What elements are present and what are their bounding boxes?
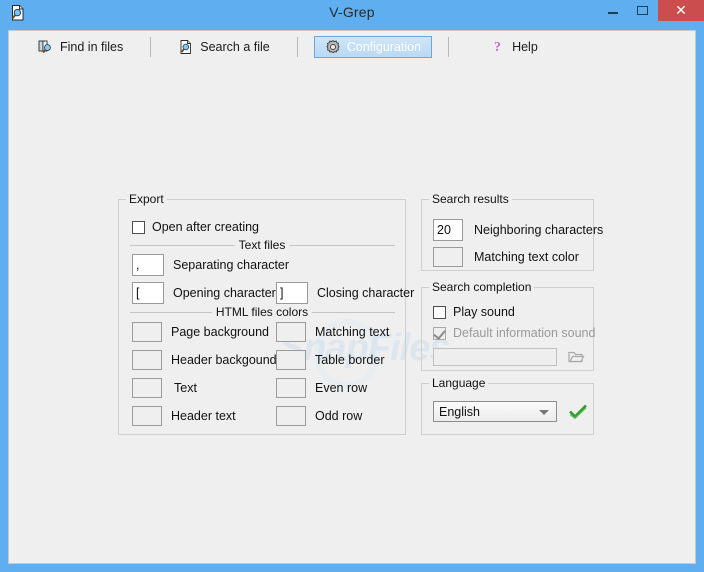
search-completion-group-title: Search completion (429, 280, 535, 294)
matching-text-color-label: Matching text color (474, 250, 579, 264)
window-controls: ✕ (598, 0, 704, 27)
toolbar: Find in files Search a file Configuratio… (9, 31, 695, 62)
matching-text-color-swatch[interactable] (433, 247, 463, 267)
page-background-swatch[interactable] (132, 322, 162, 342)
text-color-label: Text (174, 381, 197, 395)
text-files-divider-label: Text files (234, 238, 290, 252)
odd-row-swatch[interactable] (276, 406, 306, 426)
toolbar-item-configuration[interactable]: Configuration (313, 35, 433, 58)
toolbar-item-label: Find in files (60, 39, 124, 54)
toolbar-item-help[interactable]: ? Help (479, 36, 549, 58)
search-completion-group: Search completion Play sound Default inf… (421, 280, 595, 371)
application-window: V-Grep ✕ Find in files Search a file Con… (0, 0, 704, 572)
default-information-sound-row: Default information sound (433, 326, 595, 340)
table-border-swatch[interactable] (276, 350, 306, 370)
toolbar-item-search-a-file[interactable]: Search a file (167, 36, 280, 58)
header-background-swatch[interactable] (132, 350, 162, 370)
maximize-icon (637, 6, 648, 15)
neighboring-characters-label: Neighboring characters (474, 223, 604, 237)
language-selected-value: English (439, 404, 480, 419)
even-row-swatch[interactable] (276, 378, 306, 398)
table-border-label: Table border (315, 353, 385, 367)
question-mark-icon: ? (490, 39, 506, 55)
open-after-creating-label: Open after creating (152, 220, 260, 234)
text-color-swatch[interactable] (132, 378, 162, 398)
language-select[interactable]: English (433, 401, 557, 422)
gear-icon (325, 39, 341, 55)
toolbar-separator (448, 36, 450, 57)
closing-character-input[interactable]: ] (276, 282, 308, 304)
odd-row-label: Odd row (315, 409, 363, 423)
toolbar-item-find-in-files[interactable]: Find in files (27, 36, 134, 58)
toolbar-separator (150, 36, 152, 57)
minimize-icon (608, 12, 618, 14)
separating-character-label: Separating character (173, 258, 290, 272)
client-area: Find in files Search a file Configuratio… (8, 30, 696, 564)
close-icon: ✕ (675, 2, 687, 18)
browse-sound-file-button[interactable] (567, 348, 587, 366)
search-a-file-icon (178, 39, 194, 55)
title-bar: V-Grep ✕ (0, 0, 704, 27)
language-group-title: Language (429, 376, 489, 390)
open-after-creating-row[interactable]: Open after creating (132, 220, 259, 234)
matching-text-swatch[interactable] (276, 322, 306, 342)
toolbar-item-label: Help (512, 39, 538, 54)
play-sound-row[interactable]: Play sound (433, 305, 515, 319)
export-group: Export Open after creating Text files , … (118, 192, 414, 435)
play-sound-checkbox[interactable] (433, 305, 446, 319)
opening-character-label: Opening character (173, 286, 276, 300)
export-group-title: Export (126, 192, 167, 206)
header-background-label: Header backgound (171, 353, 277, 367)
find-in-files-icon (38, 39, 54, 55)
even-row-label: Even row (315, 381, 368, 395)
page-background-label: Page background (171, 325, 269, 339)
toolbar-separator (296, 36, 298, 57)
green-check-icon[interactable] (568, 403, 588, 420)
close-button[interactable]: ✕ (658, 0, 704, 21)
minimize-button[interactable] (598, 0, 628, 21)
search-results-group: Search results 20 Neighboring characters… (421, 192, 603, 271)
opening-character-input[interactable]: [ (132, 282, 164, 304)
html-colors-divider-label: HTML files colors (211, 305, 313, 319)
toolbar-item-label: Configuration (346, 39, 422, 54)
header-text-label: Header text (171, 409, 236, 423)
sound-file-input[interactable] (433, 348, 557, 366)
search-results-group-title: Search results (429, 192, 512, 206)
closing-character-label: Closing character (317, 286, 415, 300)
play-sound-label: Play sound (453, 305, 515, 319)
matching-text-label: Matching text (315, 325, 390, 339)
toolbar-item-label: Search a file (200, 39, 270, 54)
svg-text:?: ? (494, 40, 501, 55)
default-information-sound-checkbox (433, 326, 446, 340)
header-text-swatch[interactable] (132, 406, 162, 426)
chevron-down-icon (539, 409, 549, 415)
separating-character-input[interactable]: , (132, 254, 164, 276)
open-after-creating-checkbox[interactable] (132, 220, 145, 234)
maximize-button[interactable] (628, 0, 658, 21)
language-group: Language English (421, 376, 594, 435)
default-information-sound-label: Default information sound (453, 326, 596, 340)
neighboring-characters-input[interactable]: 20 (433, 219, 463, 241)
check-tick-icon (433, 326, 446, 340)
